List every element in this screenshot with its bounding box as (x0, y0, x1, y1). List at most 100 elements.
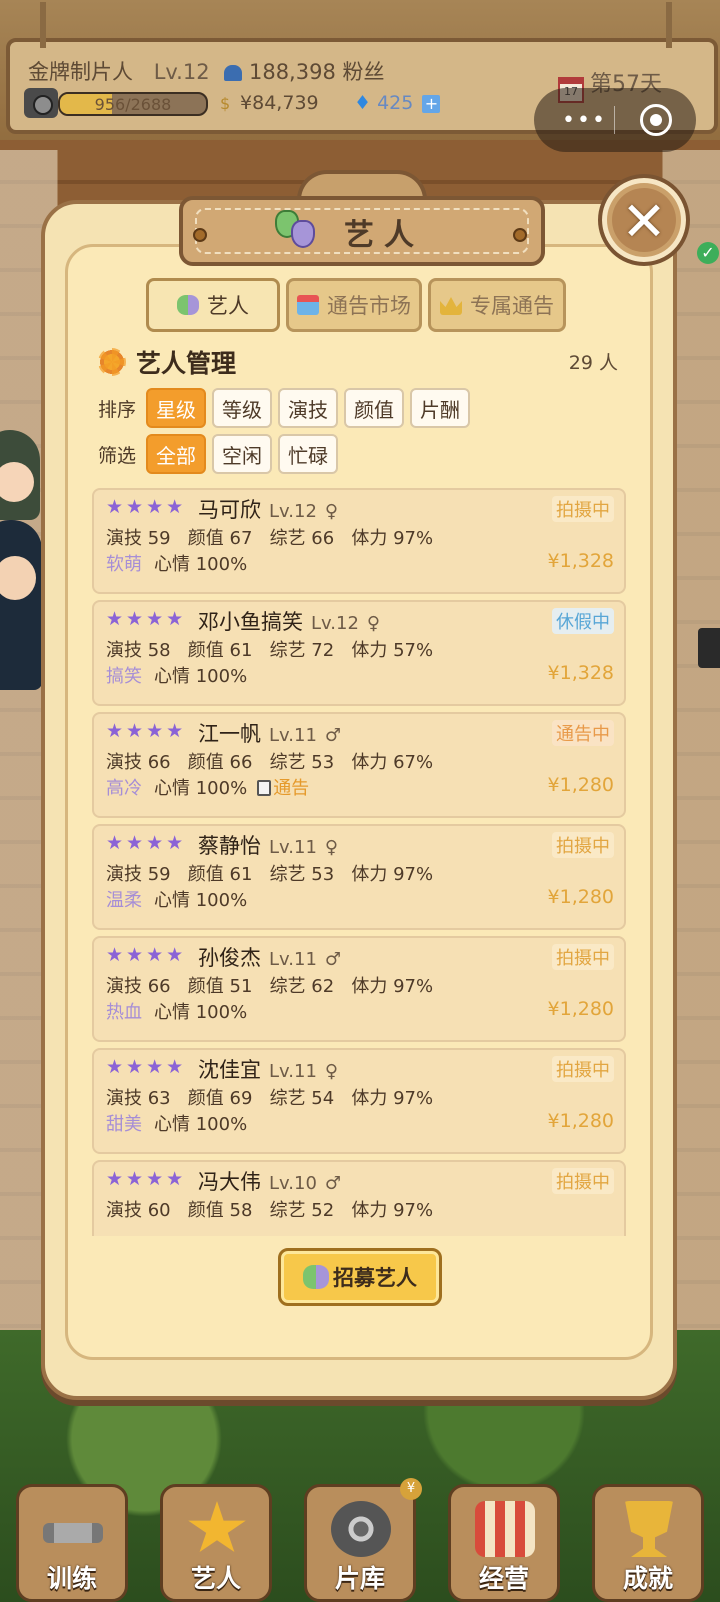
notice-tag-label: 通告 (273, 778, 310, 799)
recruit-artist-button[interactable]: 招募艺人 (278, 1248, 442, 1306)
sort-pay-chip[interactable]: 片酬 (410, 388, 470, 428)
sort-looks-chip[interactable]: 颜值 (344, 388, 404, 428)
crown-icon (440, 297, 462, 315)
mood-line: 心情 100% (154, 998, 247, 1024)
recruit-label: 招募艺人 (333, 1266, 417, 1290)
npc-character (0, 430, 40, 520)
experience-bar: 956/2688 (58, 92, 208, 116)
sun-icon (98, 348, 126, 376)
section-header: 艺人管理 29 人 (98, 344, 618, 384)
fans-icon (224, 65, 243, 81)
money-display: $ ¥84,739 (220, 92, 319, 114)
filter-idle-chip[interactable]: 空闲 (212, 434, 272, 474)
status-badge: 拍摄中 (552, 1168, 614, 1194)
tab-label: 通告市场 (327, 294, 411, 318)
artist-level: Lv.11 (269, 837, 317, 858)
artist-pay: ¥1,280 (547, 886, 614, 908)
gender-icon: ♂ (324, 1173, 342, 1194)
masks-icon (177, 295, 199, 315)
nav-achievements[interactable]: 成就 (592, 1484, 704, 1602)
artist-card[interactable]: ★★★★ 马可欣 Lv.12 ♀ 拍摄中 演技 59 颜值 67 综艺 66 体力 97%… (92, 488, 626, 594)
artist-name: 冯大伟 (198, 1170, 261, 1194)
artist-name: 孙俊杰 (198, 946, 261, 970)
more-menu-icon[interactable]: ••• (562, 108, 607, 133)
artist-stats: 演技 66 颜值 66 综艺 53 体力 67% (106, 752, 434, 773)
artist-stats: 演技 59 颜值 61 综艺 53 体力 97% (106, 864, 434, 885)
artist-stats: 演技 58 颜值 61 综艺 72 体力 57% (106, 640, 434, 661)
artist-stats: 演技 63 颜值 69 综艺 54 体力 97% (106, 1088, 434, 1109)
artist-level: Lv.11 (269, 949, 317, 970)
rating-stars: ★★★★ (106, 944, 187, 966)
filter-busy-chip[interactable]: 忙碌 (278, 434, 338, 474)
personality-trait: 温柔 (106, 890, 142, 911)
artist-count: 29 人 (568, 352, 618, 374)
dumbbell-icon (43, 1523, 103, 1543)
rating-stars: ★★★★ (106, 832, 187, 854)
nail-icon (513, 228, 527, 242)
theater-masks-icon (275, 210, 321, 250)
artist-card[interactable]: ★★★★ 蔡静怡 Lv.11 ♀ 拍摄中 演技 59 颜值 61 综艺 53 体力 97%… (92, 824, 626, 930)
gender-icon: ♀ (324, 501, 339, 522)
artist-name-line: 孙俊杰 Lv.11 ♂ (198, 942, 341, 972)
artist-level: Lv.11 (269, 1061, 317, 1082)
mood-value: 心情 100% (154, 890, 248, 911)
artist-card[interactable]: ★★★★ 沈佳宜 Lv.11 ♀ 拍摄中 演技 63 颜值 69 综艺 54 体力 97%… (92, 1048, 626, 1154)
artist-pay: ¥1,328 (547, 550, 614, 572)
tab-artists[interactable]: 艺人 (146, 278, 280, 332)
artist-name-line: 江一帆 Lv.11 ♂ (198, 718, 341, 748)
sort-acting-chip[interactable]: 演技 (278, 388, 338, 428)
market-icon (297, 295, 319, 315)
artist-stats: 演技 66 颜值 51 综艺 62 体力 97% (106, 976, 434, 997)
mood-value: 心情 100% (154, 778, 248, 799)
nav-business[interactable]: 经营 (448, 1484, 560, 1602)
producer-rank: 金牌制片人 (28, 60, 133, 84)
sort-stars-chip[interactable]: 星级 (146, 388, 206, 428)
experience-text: 956/2688 (94, 95, 172, 114)
rating-stars: ★★★★ (106, 608, 187, 630)
status-badge: 拍摄中 (552, 496, 614, 522)
rating-stars: ★★★★ (106, 1056, 187, 1078)
rating-stars: ★★★★ (106, 1168, 187, 1190)
tab-label: 专属通告 (470, 294, 554, 318)
artist-card[interactable]: ★★★★ 冯大伟 Lv.10 ♂ 拍摄中 演技 60 颜值 58 综艺 52 体力 97% (92, 1160, 626, 1236)
trophy-icon (625, 1501, 673, 1557)
personality-trait: 热血 (106, 1002, 142, 1023)
close-miniprogram-icon[interactable] (640, 104, 672, 136)
artist-card[interactable]: ★★★★ 孙俊杰 Lv.11 ♂ 拍摄中 演技 66 颜值 51 综艺 62 体力 97%… (92, 936, 626, 1042)
gender-icon: ♀ (324, 837, 339, 858)
nav-label: 艺人 (190, 1564, 241, 1593)
nav-training[interactable]: 训练 (16, 1484, 128, 1602)
tab-notice-market[interactable]: 通告市场 (286, 278, 422, 332)
personality-trait: 搞笑 (106, 666, 142, 687)
artist-name-line: 蔡静怡 Lv.11 ♀ (198, 830, 338, 860)
mood-value: 心情 100% (154, 1002, 248, 1023)
nav-film-library[interactable]: 片库 (304, 1484, 416, 1602)
status-badge: 休假中 (552, 608, 614, 634)
status-badge: 通告中 (552, 720, 614, 746)
artist-level: Lv.12 (311, 613, 359, 634)
close-button[interactable]: ✕ (598, 174, 690, 266)
panel-title: 艺人 (344, 218, 424, 253)
rating-stars: ★★★★ (106, 720, 187, 742)
bottom-nav: 训练 艺人 片库 经营 成就 (0, 1470, 720, 1602)
mood-line: 心情 100% (154, 1110, 247, 1136)
masks-icon (303, 1265, 329, 1289)
filter-label: 筛选 (98, 444, 137, 467)
mood-value: 心情 100% (154, 666, 248, 687)
artist-card[interactable]: ★★★★ 江一帆 Lv.11 ♂ 通告中演技 66 颜值 66 综艺 53 体力 67%… (92, 712, 626, 818)
artist-card[interactable]: ★★★★ 邓小鱼搞笑 Lv.12 ♀ 休假中 演技 58 颜值 61 综艺 72 体力 5… (92, 600, 626, 706)
notice-tag: 通告 (257, 778, 309, 799)
gender-icon: ♂ (324, 949, 342, 970)
gems-value: 425 (377, 92, 414, 114)
artist-stats: 演技 59 颜值 67 综艺 66 体力 97% (106, 528, 434, 549)
artist-pay: ¥1,280 (547, 998, 614, 1020)
gems-display[interactable]: ♦ 425 + (354, 92, 441, 114)
nav-artists[interactable]: 艺人 (160, 1484, 272, 1602)
artist-list[interactable]: ★★★★ 马可欣 Lv.12 ♀ 拍摄中 演技 59 颜值 67 综艺 66 体力 97%… (90, 488, 630, 1236)
filter-all-chip[interactable]: 全部 (146, 434, 206, 474)
producer-level: Lv.12 (153, 60, 210, 84)
nav-label: 片库 (334, 1564, 385, 1593)
sort-level-chip[interactable]: 等级 (212, 388, 272, 428)
add-gems-button[interactable]: + (422, 95, 441, 113)
tab-exclusive-notice[interactable]: 专属通告 (428, 278, 566, 332)
